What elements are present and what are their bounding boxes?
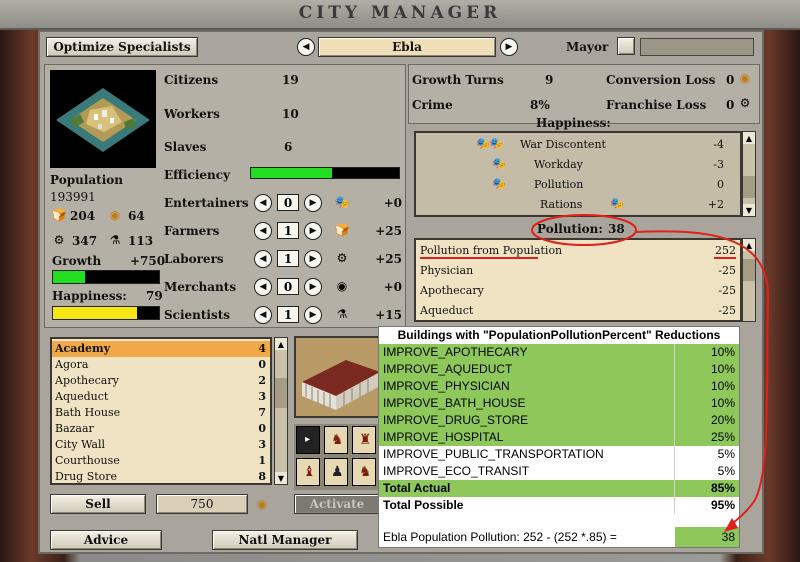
arrow-curve-annotation xyxy=(635,230,770,529)
annotation-layer xyxy=(420,214,770,532)
pollution-circle-annotation xyxy=(531,214,637,246)
